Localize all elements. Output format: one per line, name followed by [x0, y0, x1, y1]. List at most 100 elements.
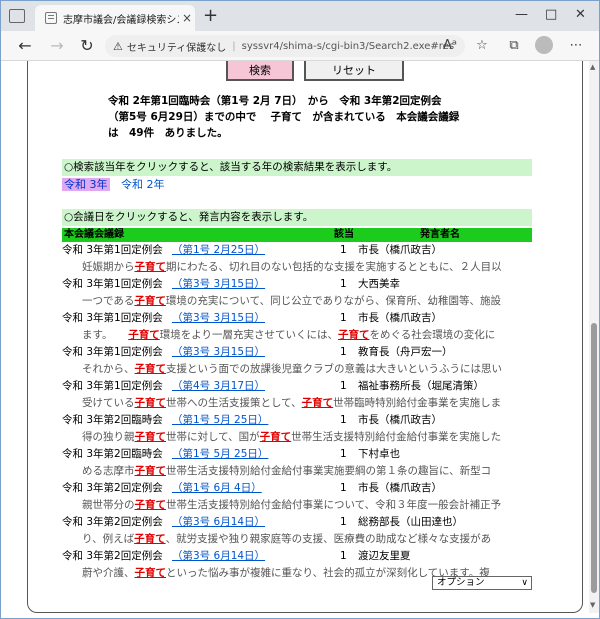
reload-icon[interactable]: ↻ — [77, 36, 97, 55]
form-buttons: 検索 リセット — [226, 61, 404, 81]
more-menu-icon[interactable]: ⋯ — [567, 38, 585, 53]
result-count: 1 — [340, 312, 347, 324]
keyword-highlight: 子育て — [301, 397, 334, 409]
scrollbar[interactable]: ▲ ▼ — [589, 61, 599, 613]
result-row: 令和 3年第2回定例会 （第3号 6月14日） 1 渡辺友里夏 — [62, 548, 532, 565]
tab-strip: 志摩市議会/会議録検索システム × + — □ ✕ — [1, 1, 599, 31]
address-url: syssvr4/shima-s/cgi-bin3/Search2.exe#res — [241, 40, 455, 52]
scroll-up-icon[interactable]: ▲ — [590, 63, 595, 71]
minimize-icon[interactable]: — — [515, 7, 528, 22]
result-meeting: 令和 3年第2回定例会 — [62, 550, 163, 562]
result-date-link[interactable]: （第1号 5月 25日） — [172, 446, 268, 463]
excerpt-text: 一つである — [82, 295, 135, 307]
profile-icon[interactable] — [535, 36, 553, 54]
result-date-link[interactable]: （第1号 6月 4日） — [172, 480, 262, 497]
header-count: 該当 — [334, 229, 354, 240]
new-tab-button[interactable]: + — [203, 5, 218, 26]
forward-arrow-icon[interactable]: → — [47, 36, 67, 55]
result-meeting: 令和 3年第2回臨時会 — [62, 414, 163, 426]
result-count: 1 — [340, 516, 347, 528]
year-notice: ○検索該当年をクリックすると、該当する年の検索結果を表示します。 — [62, 159, 532, 176]
address-bar[interactable]: ⚠ セキュリティ保護なし | syssvr4/shima-s/cgi-bin3/… — [105, 35, 465, 57]
favorite-star-icon[interactable]: ☆ — [473, 38, 491, 53]
result-meeting: 令和 3年第2回定例会 — [62, 516, 163, 528]
result-date-link[interactable]: （第1号 2月25日） — [172, 242, 265, 259]
reset-button[interactable]: リセット — [304, 61, 404, 81]
keyword-highlight: 子育て — [134, 567, 167, 579]
result-excerpt: 妊娠期から子育て期にわたる、切れ目のない包括的な支援を実施するとともに、２人目以 — [62, 259, 532, 276]
maximize-icon[interactable]: □ — [545, 7, 557, 22]
result-row: 令和 3年第1回定例会 （第3号 3月15日） 1 市長（橋爪政吉） — [62, 310, 532, 327]
excerpt-text: り、例えば — [82, 533, 135, 545]
keyword-highlight: 子育て — [134, 431, 167, 443]
result-speaker: 福祉事務所長（堀尾清策） — [358, 380, 484, 392]
result-row: 令和 3年第2回臨時会 （第1号 5月 25日） 1 市長（橋爪政吉） — [62, 412, 532, 429]
page-viewport: 検索 リセット 令和 2年第1回臨時会（第1号 2月 7日） から 令和 3年第… — [27, 61, 583, 613]
result-excerpt: 受けている子育て世帯への生活支援策として、子育て世帯臨時特別給付金事業を実施しま — [62, 395, 532, 412]
excerpt-text: 期にわたる、切れ目のない包括的な支援を実施するとともに、２人目以 — [166, 261, 502, 273]
navigation-bar: ← → ↻ ⚠ セキュリティ保護なし | syssvr4/shima-s/cgi… — [1, 31, 599, 61]
keyword-highlight: 子育て — [338, 329, 370, 341]
result-date-link[interactable]: （第4号 3月17日） — [172, 378, 265, 395]
result-row: 令和 3年第2回定例会 （第3号 6月14日） 1 総務部長（山田達也） — [62, 514, 532, 531]
result-count: 1 — [340, 550, 347, 562]
excerpt-text: 支援という面での放課後児童クラブの意義は大きいというふうには思い — [166, 363, 502, 375]
excerpt-text: 世帯への生活支援策として、 — [166, 397, 302, 409]
collections-icon[interactable]: ⧉ — [505, 38, 523, 53]
result-count: 1 — [340, 244, 347, 256]
tab-active[interactable]: 志摩市議会/会議録検索システム × — [35, 5, 195, 31]
result-meeting: 令和 3年第1回定例会 — [62, 278, 163, 290]
result-date-link[interactable]: （第3号 6月14日） — [172, 514, 265, 531]
result-date-link[interactable]: （第1号 5月 25日） — [172, 412, 268, 429]
excerpt-text: 蔚や介護、 — [82, 567, 135, 579]
result-date-link[interactable]: （第3号 3月15日） — [172, 276, 265, 293]
summary-line: は 49件 ありました。 — [108, 127, 228, 139]
result-speaker: 下村卓也 — [358, 448, 400, 460]
keyword-highlight: 子育て — [134, 533, 166, 545]
result-meeting: 令和 3年第1回定例会 — [62, 346, 163, 358]
chevron-down-icon: ∨ — [521, 578, 528, 588]
result-speaker: 市長（橋爪政吉） — [358, 244, 442, 256]
warning-icon: ⚠ — [113, 39, 123, 53]
result-count: 1 — [340, 346, 347, 358]
tab-close-icon[interactable]: × — [179, 11, 195, 25]
result-speaker: 市長（橋爪政吉） — [358, 414, 442, 426]
result-speaker: 教育長（舟戸宏一） — [358, 346, 453, 358]
security-warning-text: セキュリティ保護なし — [126, 42, 227, 54]
result-speaker: 市長（橋爪政吉） — [358, 312, 442, 324]
close-window-icon[interactable]: ✕ — [575, 7, 586, 22]
tab-actions-icon[interactable] — [9, 9, 25, 23]
result-meeting: 令和 3年第2回定例会 — [62, 482, 163, 494]
result-count: 1 — [340, 380, 347, 392]
keyword-highlight: 子育て — [134, 465, 167, 477]
excerpt-text: 妊娠期から — [82, 261, 135, 273]
result-date-link[interactable]: （第3号 6月14日） — [172, 548, 265, 565]
excerpt-text: 世帯生活支援特別給付金給付事業を実施した — [291, 431, 502, 443]
read-aloud-icon[interactable]: Aᵃ — [441, 38, 459, 53]
excerpt-text: ます。 — [82, 329, 129, 341]
summary-line: （第5号 6月29日）までの中で 子育て が含まれている 本会議会議録 — [108, 111, 460, 123]
result-speaker: 市長（橋爪政吉） — [358, 482, 442, 494]
keyword-highlight: 子育て — [128, 329, 160, 341]
option-select[interactable]: オプション ∨ — [432, 576, 532, 590]
scroll-down-icon[interactable]: ▼ — [590, 601, 595, 609]
browser-window: 志摩市議会/会議録検索システム × + — □ ✕ ← → ↻ ⚠ セキュリティ… — [0, 0, 600, 619]
result-meeting: 令和 3年第1回定例会 — [62, 312, 163, 324]
year-links: 令和 3年 令和 2年 — [62, 176, 165, 192]
excerpt-text: 世帯臨時特別給付金事業を実施しま — [333, 397, 502, 409]
search-button[interactable]: 検索 — [226, 61, 294, 81]
result-speaker: 大西美幸 — [358, 278, 400, 290]
year-link-other[interactable]: 令和 2年 — [121, 178, 165, 191]
result-row: 令和 3年第1回定例会 （第3号 3月15日） 1 大西美幸 — [62, 276, 532, 293]
back-arrow-icon[interactable]: ← — [15, 36, 35, 55]
results-table-header: 本会議会議録 該当 発言者名 — [62, 228, 532, 242]
result-date-link[interactable]: （第3号 3月15日） — [172, 344, 265, 361]
excerpt-text: 得の独り親 — [82, 431, 135, 443]
excerpt-text: 世帯生活支援特別給付金給付事業について、令和３年度一般会計補正予 — [166, 499, 502, 511]
result-row: 令和 3年第1回定例会 （第3号 3月15日） 1 教育長（舟戸宏一） — [62, 344, 532, 361]
year-link-current[interactable]: 令和 3年 — [62, 178, 110, 191]
result-excerpt: める志摩市子育て世帯生活支援特別給付金給付事業実施要綱の第１条の趣旨に、新型コ — [62, 463, 532, 480]
scrollbar-thumb[interactable] — [591, 323, 597, 593]
result-speaker: 渡辺友里夏 — [358, 550, 411, 562]
result-date-link[interactable]: （第3号 3月15日） — [172, 310, 265, 327]
